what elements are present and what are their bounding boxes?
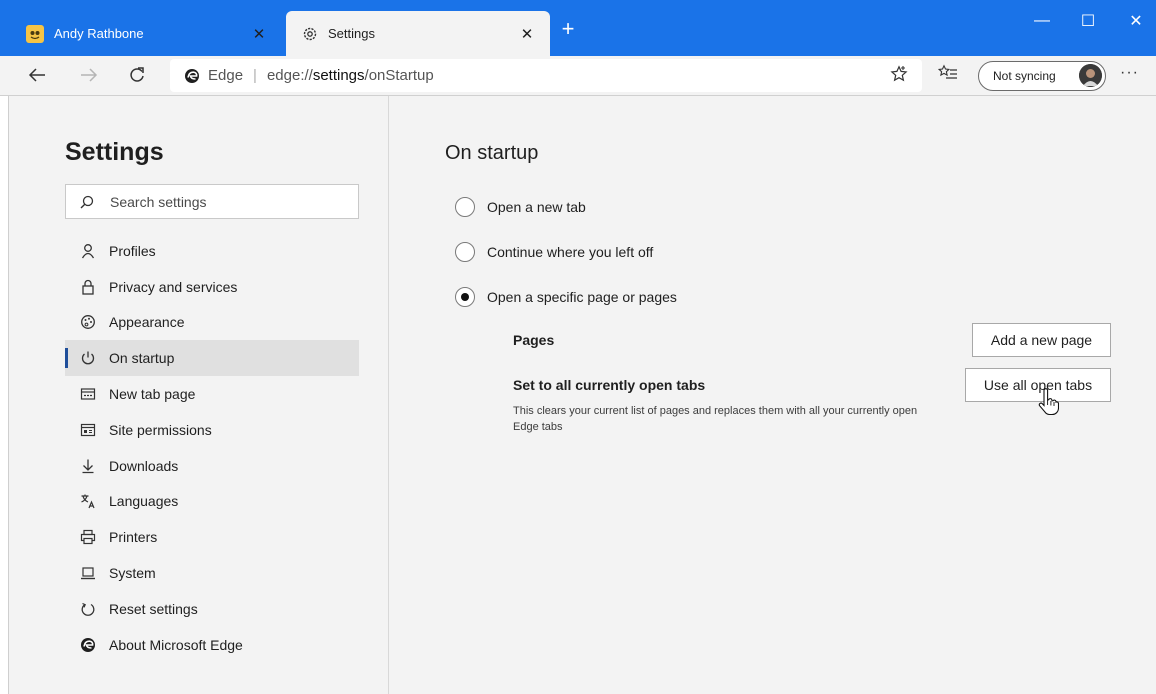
startup-settings-panel: On startup Open a new tab Continue where… <box>389 96 1156 694</box>
palette-icon <box>79 313 97 331</box>
option-label: Continue where you left off <box>487 244 654 260</box>
sidebar-item-languages[interactable]: Languages <box>65 484 359 520</box>
gear-icon <box>302 26 318 42</box>
back-button[interactable] <box>22 60 52 90</box>
settings-page: Settings Profiles Privacy and services A… <box>8 96 1156 694</box>
edge-logo-icon <box>79 636 97 654</box>
lock-icon <box>79 278 97 296</box>
sidebar-item-downloads[interactable]: Downloads <box>65 448 359 484</box>
search-settings-box[interactable] <box>65 184 359 219</box>
option-continue-where-left[interactable]: Continue where you left off <box>455 242 653 262</box>
sidebar-item-label: New tab page <box>109 386 196 403</box>
hand-cursor-icon <box>1037 388 1060 421</box>
favorites-icon[interactable] <box>937 64 958 87</box>
title-bar: Andy Rathbone ✕ Settings ✕ + — ☐ ✕ <box>0 0 1156 56</box>
more-options-icon[interactable]: ··· <box>1120 64 1139 82</box>
sidebar-item-label: Downloads <box>109 457 179 474</box>
search-icon <box>80 195 94 209</box>
languages-icon <box>79 492 97 510</box>
settings-nav: Profiles Privacy and services Appearance… <box>65 233 359 663</box>
url-path-strong: settings <box>312 67 365 84</box>
address-bar[interactable]: Edge | edge://settings/onStartup <box>170 59 922 92</box>
window-left-frame <box>0 96 8 694</box>
section-title: On startup <box>445 142 539 164</box>
sidebar-item-privacy[interactable]: Privacy and services <box>65 269 359 305</box>
avatar-favicon-icon <box>26 24 44 43</box>
tab-title: Settings <box>328 26 375 41</box>
laptop-icon <box>79 564 97 582</box>
pages-label: Pages <box>513 332 555 348</box>
person-icon <box>79 242 97 260</box>
sidebar-item-label: System <box>109 565 156 582</box>
sidebar-item-new-tab-page[interactable]: New tab page <box>65 376 359 412</box>
tab-title: Andy Rathbone <box>54 26 144 41</box>
url-prefix: edge:// <box>266 67 313 84</box>
site-permissions-icon <box>79 421 97 439</box>
minimize-button[interactable]: — <box>1022 6 1062 36</box>
close-tab-icon[interactable]: ✕ <box>516 25 538 43</box>
sidebar-item-site-permissions[interactable]: Site permissions <box>65 412 359 448</box>
download-icon <box>79 457 97 475</box>
settings-heading: Settings <box>65 138 164 166</box>
forward-arrow-icon <box>81 68 98 82</box>
sidebar-item-label: On startup <box>109 350 175 367</box>
sidebar-item-appearance[interactable]: Appearance <box>65 305 359 341</box>
sidebar-item-on-startup[interactable]: On startup <box>65 340 359 377</box>
sidebar-item-label: Site permissions <box>109 421 212 438</box>
option-open-new-tab[interactable]: Open a new tab <box>455 197 586 217</box>
close-tab-icon[interactable]: ✕ <box>248 25 270 43</box>
printer-icon <box>79 528 97 546</box>
option-label: Open a new tab <box>487 199 586 215</box>
set-all-tabs-description: This clears your current list of pages a… <box>513 405 918 433</box>
radio-button[interactable] <box>455 242 475 262</box>
sidebar-item-reset-settings[interactable]: Reset settings <box>65 591 359 627</box>
sidebar-item-label: Appearance <box>109 314 185 331</box>
maximize-button[interactable]: ☐ <box>1068 6 1108 36</box>
tab-settings[interactable]: Settings ✕ <box>286 11 550 56</box>
radio-button-selected[interactable] <box>455 287 475 307</box>
sidebar-item-profiles[interactable]: Profiles <box>65 233 359 269</box>
refresh-icon <box>130 67 144 82</box>
sidebar-item-label: Privacy and services <box>109 278 238 295</box>
sidebar-item-label: Printers <box>109 529 158 546</box>
address-separator: | <box>253 67 257 84</box>
option-specific-pages[interactable]: Open a specific page or pages <box>455 287 677 307</box>
add-new-page-button[interactable]: Add a new page <box>972 323 1111 357</box>
sidebar-item-about-edge[interactable]: About Microsoft Edge <box>65 627 359 663</box>
option-label: Open a specific page or pages <box>487 289 677 305</box>
address-host: Edge <box>208 67 244 84</box>
new-tab-page-icon <box>79 385 97 403</box>
sidebar-item-label: Languages <box>109 493 179 510</box>
sidebar-item-printers[interactable]: Printers <box>65 519 359 555</box>
radio-button[interactable] <box>455 197 475 217</box>
profile-sync-button[interactable]: Not syncing <box>978 61 1106 91</box>
reset-icon <box>79 600 97 618</box>
settings-sidebar: Settings Profiles Privacy and services A… <box>9 96 389 694</box>
url-suffix: /onStartup <box>364 67 434 84</box>
power-icon <box>79 349 97 367</box>
refresh-button[interactable] <box>122 60 152 90</box>
sidebar-item-label: Reset settings <box>109 600 198 617</box>
search-settings-input[interactable] <box>108 192 342 211</box>
sidebar-item-label: Profiles <box>109 242 156 259</box>
add-favorite-star-icon[interactable] <box>890 65 908 87</box>
tab-andy-rathbone[interactable]: Andy Rathbone ✕ <box>8 11 282 56</box>
sidebar-item-label: About Microsoft Edge <box>109 636 243 653</box>
edge-logo-icon <box>184 68 200 84</box>
back-arrow-icon <box>28 68 45 82</box>
close-window-button[interactable]: ✕ <box>1116 6 1156 36</box>
forward-button[interactable] <box>74 60 104 90</box>
browser-toolbar: Edge | edge://settings/onStartup Not syn… <box>0 56 1156 96</box>
sync-status-label: Not syncing <box>993 69 1056 83</box>
profile-avatar <box>1079 64 1102 87</box>
sidebar-item-system[interactable]: System <box>65 555 359 591</box>
new-tab-button[interactable]: + <box>556 18 580 40</box>
set-all-tabs-label: Set to all currently open tabs <box>513 377 706 393</box>
